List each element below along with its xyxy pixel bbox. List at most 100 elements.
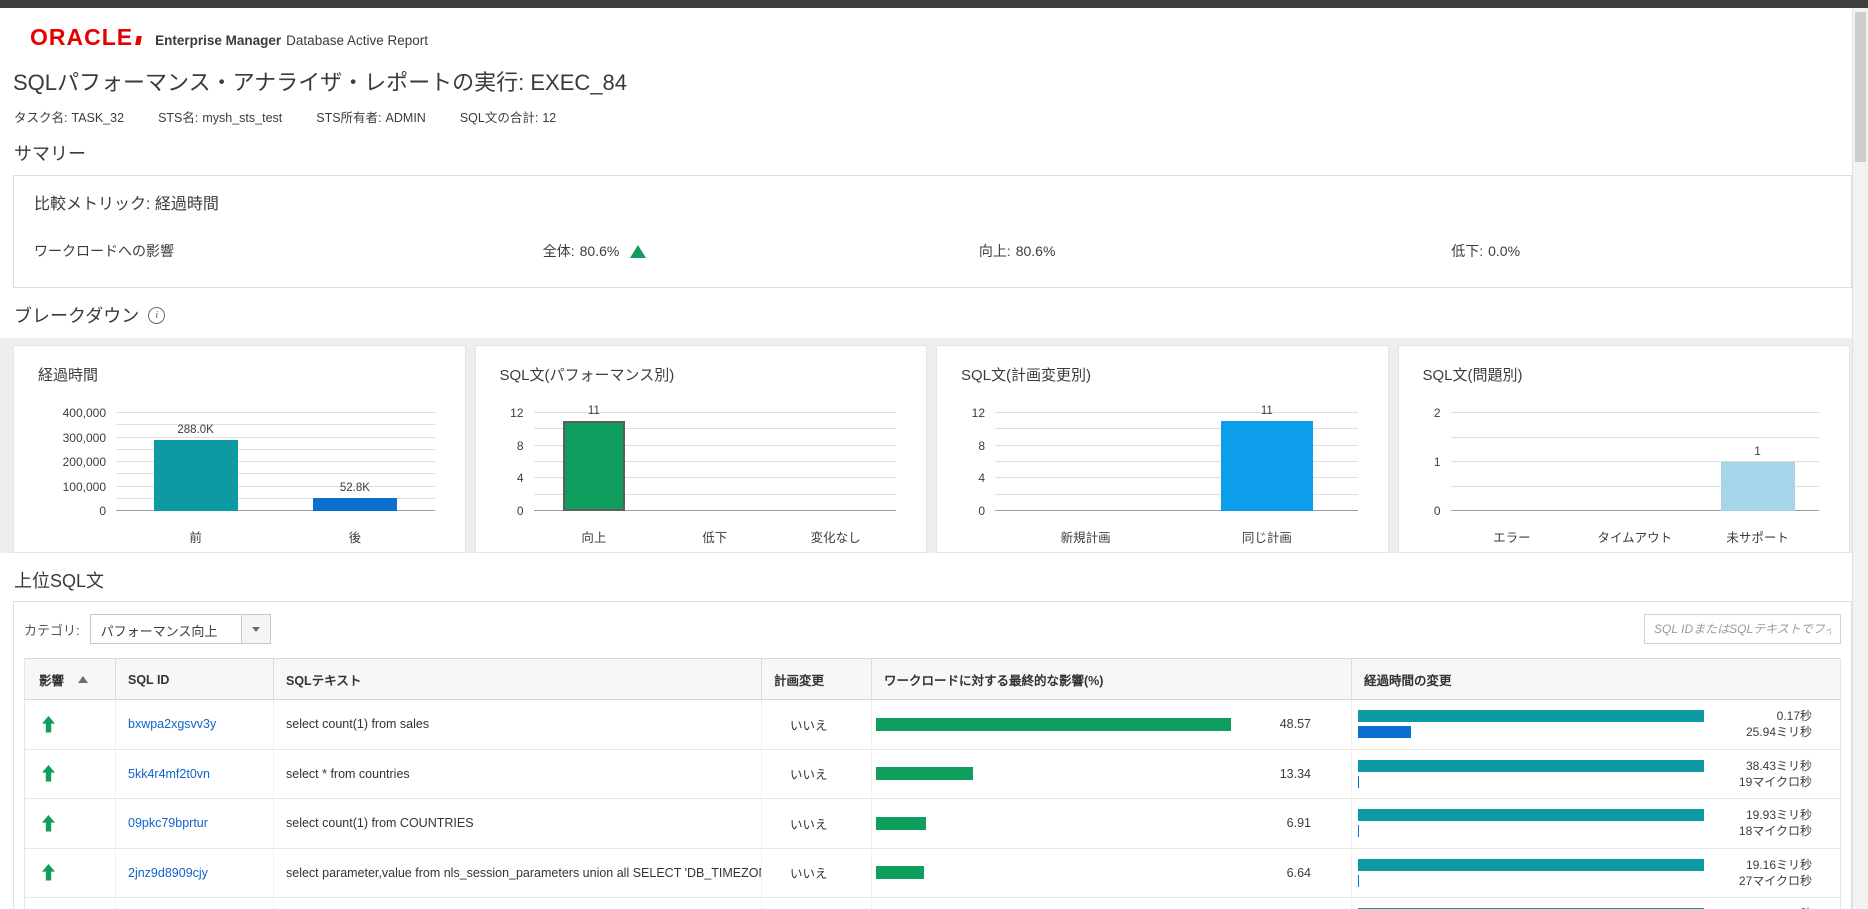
sql-filter-input[interactable] [1644,614,1841,644]
elapsed-labels: 19.93ミリ秒18マイクロ秒 [1739,807,1840,839]
column-header-sql-text[interactable]: SQLテキスト [273,659,761,699]
table-row: 2jnz9d8909cjyselect parameter,value from… [25,849,1840,899]
impact-percent-value: 13.34 [1241,767,1311,781]
sql-id-link[interactable]: 2jnz9d8909cjy [128,866,208,880]
bar-value-label: 52.8K [315,482,395,494]
y-tick-label: 0 [99,504,106,518]
bar-向上[interactable] [563,421,625,511]
table-controls: カテゴリ: パフォーマンス向上 [24,614,1841,644]
y-tick-label: 1 [1434,455,1441,469]
x-axis-labels: エラータイムアウト未サポート [1451,527,1820,547]
elapsed-after-bar [1358,726,1411,738]
plot-grid: 288.0K52.8K [116,413,435,511]
plot-grid: 11 [995,413,1358,511]
info-icon[interactable]: i [148,307,165,324]
meta-label: STS所有者: [316,111,381,125]
category-dropdown-button[interactable] [242,614,271,644]
sql-text: select * from countries [286,767,410,781]
column-header-plan-change[interactable]: 計画変更 [761,659,871,699]
stat-regressed-value: 0.0% [1488,243,1520,259]
page-title: SQLパフォーマンス・アナライザ・レポートの実行: EXEC_84 [13,65,1868,97]
column-header-elapsed-change[interactable]: 経過時間の変更 [1351,659,1840,699]
meta-item: タスク名:TASK_32 [14,107,124,126]
column-header-label: SQL ID [128,673,169,687]
chart-plot-area: 288.0K52.8K0100,000200,000300,000400,000… [38,397,441,557]
report-meta-row: タスク名:TASK_32 STS名:mysh_sts_test STS所有者: ADM… [14,107,1868,126]
chart-plot-area: 1104812新規計画同じ計画 [961,397,1364,557]
gridline [116,412,435,413]
sql-id-link[interactable]: bxwpa2xgsvv3y [128,717,216,731]
elapsed-after-label: 19マイクロ秒 [1739,774,1812,790]
breakdown-title-text: ブレークダウン [14,302,139,328]
bar-後[interactable] [313,498,397,511]
y-tick-label: 12 [510,406,523,420]
sql-id-link[interactable]: 5kk4r4mf2t0vn [128,767,210,781]
vertical-scrollbar[interactable] [1852,8,1868,909]
column-header-label: SQLテキスト [286,670,361,689]
breakdown-charts-band: 経過時間288.0K52.8K0100,000200,000300,000400… [0,338,1868,553]
bar-同じ計画[interactable] [1221,421,1313,511]
impact-up-icon [41,765,56,782]
impact-cell [25,799,115,848]
column-header-workload-impact[interactable]: ワークロードに対する最終的な影響(%) [871,659,1351,699]
x-category-label: 新規計画 [995,527,1176,546]
impact-bar [876,866,924,879]
category-dropdown[interactable]: パフォーマンス向上 [90,614,271,644]
bar-前[interactable] [154,440,238,511]
x-category-label: 変化なし [775,527,896,546]
stat-regressed-label: 低下: [1451,241,1483,261]
meta-item: STS名:mysh_sts_test [158,107,282,126]
column-header-sql-id[interactable]: SQL ID [115,659,273,699]
impact-cell [25,750,115,799]
bar-未サポート[interactable] [1721,462,1795,511]
impact-bar [876,817,926,830]
sql-text: select count(1) from sales [286,717,429,731]
workload-impact-cell: 48.57 [871,700,1351,749]
category-dropdown-value[interactable]: パフォーマンス向上 [90,614,242,644]
table-row: 09pkc79bprturselect count(1) from COUNTR… [25,799,1840,849]
product-name: Enterprise Manager [155,33,281,48]
elapsed-bars [1358,859,1704,887]
elapsed-before-label: 38.43ミリ秒 [1739,758,1812,774]
workload-impact-cell: 6.64 [871,849,1351,898]
meta-value: mysh_sts_test [202,111,282,125]
plan-change-cell: いいえ [761,700,871,749]
impact-cell [25,898,115,909]
column-header-label: 経過時間の変更 [1364,670,1452,689]
y-tick-label: 8 [517,439,524,453]
oracle-logo-mark [135,36,142,45]
meta-value: ADMIN [386,111,426,125]
column-header-label: ワークロードに対する最終的な影響(%) [884,670,1103,689]
bar-value-label: 11 [1227,405,1307,417]
elapsed-before-label: 19.16ミリ秒 [1739,857,1812,873]
stat-overall-value: 80.6% [580,243,620,259]
column-header-label: 計画変更 [774,670,824,689]
plan-change-value: いいえ [790,863,828,882]
chart-title: 経過時間 [38,364,441,385]
y-axis-labels: 04812 [961,413,995,511]
column-header-impact[interactable]: 影響 [25,659,115,699]
trend-up-icon [630,245,646,258]
bar-value-label: 1 [1718,446,1798,458]
sql-id-link[interactable]: 09pkc79bprtur [128,816,208,830]
sql-text-cell: select * from countries [273,750,761,799]
plan-change-cell: いいえ [761,849,871,898]
gridline [116,437,435,438]
stat-improved-value: 80.6% [1016,243,1056,259]
sql-text-cell: select * from channels [273,898,761,909]
scrollbar-thumb[interactable] [1855,12,1866,162]
meta-value: TASK_32 [71,111,124,125]
chart-plot-area: 1012エラータイムアウト未サポート [1423,397,1826,557]
y-axis-labels: 012 [1423,413,1451,511]
plan-change-cell: いいえ [761,898,871,909]
elapsed-labels: 19.16ミリ秒27マイクロ秒 [1739,857,1840,889]
stat-regressed: 低下: 0.0% [1451,241,1851,261]
sql-by-problem-chart-card: SQL文(問題別)1012エラータイムアウト未サポート [1398,345,1851,553]
chevron-down-icon [252,627,260,632]
sql-id-cell: bxwpa2xgsvv3y [115,700,273,749]
gridline [1451,412,1820,413]
x-category-label: 同じ計画 [1176,527,1357,546]
plan-change-value: いいえ [790,814,828,833]
meta-label: SQL文の合計: [460,111,539,125]
x-axis-labels: 前後 [116,527,435,547]
